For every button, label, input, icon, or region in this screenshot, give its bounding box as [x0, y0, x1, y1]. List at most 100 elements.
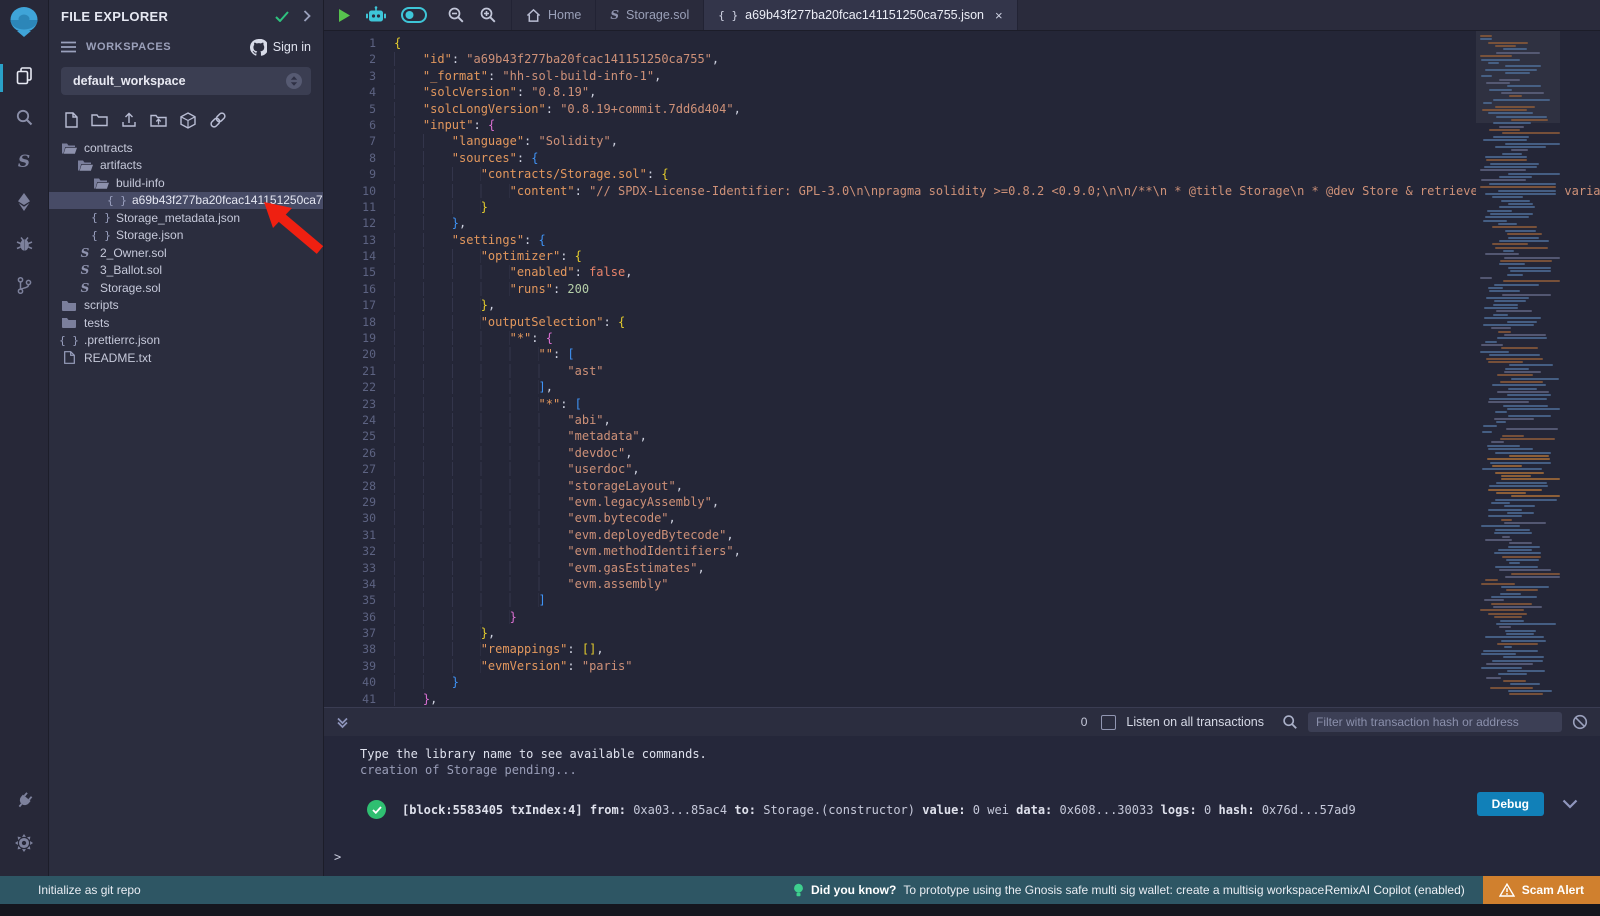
line-number: 30 — [324, 510, 376, 526]
minimap-line — [1506, 559, 1539, 561]
minimap-line — [1502, 435, 1524, 437]
tree-item-a69b43f277ba20fcac141151250ca7-[interactable]: { }a69b43f277ba20fcac141151250ca7... — [49, 192, 323, 210]
new-file-icon[interactable] — [65, 112, 78, 128]
minimap-line — [1493, 314, 1508, 316]
minimap-line — [1499, 79, 1520, 81]
plug-icon — [15, 791, 34, 815]
minimap[interactable] — [1476, 31, 1560, 707]
upload-folder-icon[interactable] — [150, 113, 167, 128]
minimap-line — [1493, 122, 1531, 124]
minimap-line — [1507, 408, 1560, 410]
minimap-line — [1492, 465, 1522, 467]
line-number: 14 — [324, 248, 376, 264]
minimap-line — [1489, 89, 1512, 91]
minimap-line — [1480, 169, 1526, 171]
folder-open-icon — [61, 142, 77, 154]
line-number: 10 — [324, 183, 376, 199]
listen-checkbox[interactable] — [1101, 715, 1116, 730]
tree-item-tests[interactable]: tests — [49, 314, 323, 332]
remix-logo[interactable] — [6, 6, 42, 43]
minimap-line — [1487, 445, 1520, 447]
tree-item--prettierrc-json[interactable]: { }.prettierrc.json — [49, 332, 323, 350]
minimap-line — [1502, 132, 1560, 134]
tab-storage-sol[interactable]: SStorage.sol — [596, 0, 704, 30]
minimap-line — [1489, 398, 1547, 400]
sidebar-item-deploy-run[interactable] — [0, 183, 48, 225]
minimap-line — [1488, 287, 1503, 289]
tree-item-3-ballot-sol[interactable]: S3_Ballot.sol — [49, 262, 323, 280]
minimap-line — [1503, 656, 1544, 658]
code-editor[interactable]: 1{2 "id": "a69b43f277ba20fcac141151250ca… — [324, 31, 1600, 707]
git-init-status[interactable]: Initialize as git repo — [38, 883, 141, 897]
cube-icon[interactable] — [180, 112, 196, 129]
tree-item-label: scripts — [84, 298, 119, 312]
tree-item-artifacts[interactable]: artifacts — [49, 157, 323, 175]
minimap-line — [1509, 364, 1553, 366]
sidebar-item-solidity-compiler[interactable]: S — [0, 141, 48, 183]
code-line: 17 }, — [324, 297, 1600, 313]
terminal-prompt[interactable]: > — [334, 850, 341, 864]
new-folder-icon[interactable] — [91, 113, 108, 127]
minimap-line — [1507, 394, 1551, 396]
block-transactions-icon[interactable] — [1572, 714, 1588, 730]
minimap-line — [1489, 485, 1548, 487]
solidity-icon: S — [77, 282, 93, 294]
close-icon[interactable]: × — [995, 8, 1003, 23]
line-number: 28 — [324, 478, 376, 494]
line-number: 41 — [324, 691, 376, 707]
minimap-line — [1492, 660, 1543, 662]
terminal[interactable]: Type the library name to see available c… — [324, 736, 1600, 876]
scam-alert-badge[interactable]: Scam Alert — [1483, 876, 1600, 904]
minimap-line — [1494, 284, 1539, 286]
minimap-line — [1500, 620, 1524, 622]
minimap-line — [1500, 381, 1543, 383]
minimap-line — [1507, 321, 1537, 323]
line-number: 16 — [324, 281, 376, 297]
minimap-line — [1488, 515, 1522, 517]
hamburger-menu-icon[interactable] — [61, 41, 76, 53]
minimap-line — [1488, 112, 1533, 114]
debug-button[interactable]: Debug — [1477, 792, 1544, 816]
tree-item-build-info[interactable]: build-info — [49, 174, 323, 192]
tx-expand-caret-icon[interactable] — [1562, 798, 1578, 812]
line-number: 19 — [324, 330, 376, 346]
sidebar-item-git[interactable] — [0, 267, 48, 309]
run-script-button[interactable] — [338, 8, 351, 23]
minimap-line — [1507, 274, 1523, 276]
tree-item-storage-json[interactable]: { }Storage.json — [49, 227, 323, 245]
chevron-right-icon[interactable] — [303, 10, 311, 22]
tab-a69b43f277ba20fcac141151250ca755-json[interactable]: { }a69b43f277ba20fcac141151250ca755.json… — [704, 0, 1017, 30]
tree-item-2-owner-sol[interactable]: S2_Owner.sol — [49, 244, 323, 262]
upload-file-icon[interactable] — [121, 112, 137, 128]
minimap-line — [1511, 119, 1548, 121]
terminal-collapse-icon[interactable] — [336, 716, 349, 729]
sidebar-item-settings[interactable] — [0, 824, 48, 866]
link-icon[interactable] — [209, 111, 227, 129]
copilot-toggle[interactable] — [401, 7, 427, 23]
minimap-line — [1488, 42, 1528, 44]
bug-icon — [15, 235, 34, 258]
sidebar-item-debugger[interactable] — [0, 225, 48, 267]
tree-item-scripts[interactable]: scripts — [49, 297, 323, 315]
tab-home[interactable]: Home — [511, 0, 596, 30]
tx-filter-input[interactable] — [1308, 712, 1562, 732]
minimap-line — [1507, 512, 1534, 514]
transaction-log-row[interactable]: [block:5583405 txIndex:4] from: 0xa03...… — [367, 800, 1600, 819]
workspace-select[interactable]: default_workspace — [61, 67, 311, 95]
sidebar-item-file-explorer[interactable] — [0, 57, 48, 99]
tree-item-storage-sol[interactable]: SStorage.sol — [49, 279, 323, 297]
zoom-in-icon[interactable] — [479, 6, 497, 24]
tree-item-contracts[interactable]: contracts — [49, 139, 323, 157]
zoom-out-icon[interactable] — [447, 6, 465, 24]
ai-copilot-robot-icon[interactable] — [365, 6, 387, 25]
minimap-line — [1499, 240, 1549, 242]
minimap-line — [1494, 418, 1534, 420]
sign-in-button[interactable]: Sign in — [250, 39, 311, 56]
tree-item-readme-txt[interactable]: README.txt — [49, 349, 323, 367]
sidebar-item-plugin-manager[interactable] — [0, 782, 48, 824]
terminal-search-icon[interactable] — [1282, 714, 1298, 730]
minimap-line — [1505, 143, 1560, 145]
sidebar-item-search[interactable] — [0, 99, 48, 141]
copilot-status[interactable]: RemixAI Copilot (enabled) — [1325, 883, 1465, 897]
tree-item-storage-metadata-json[interactable]: { }Storage_metadata.json — [49, 209, 323, 227]
